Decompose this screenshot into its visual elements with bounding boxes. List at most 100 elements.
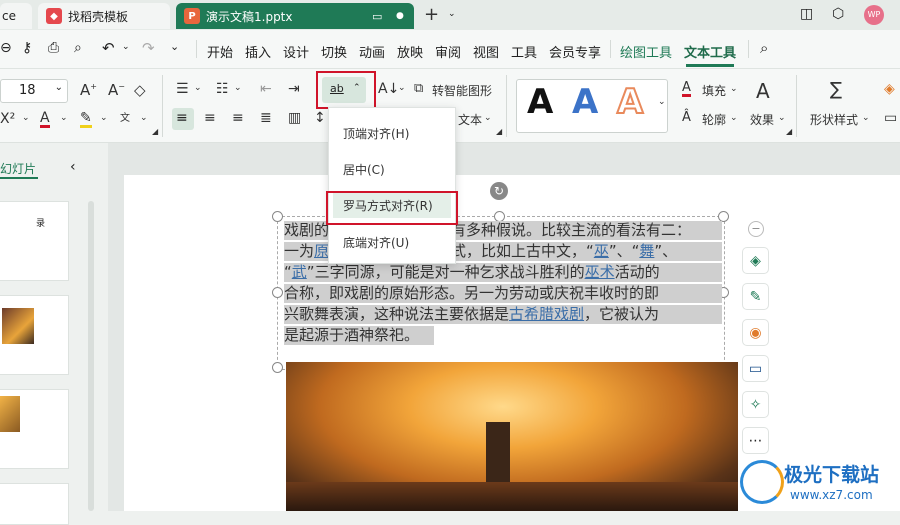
increase-font-icon[interactable]: A+ <box>80 81 97 99</box>
chevron-down-icon[interactable]: ⌄ <box>778 113 786 123</box>
outline-icon[interactable]: Â <box>682 110 691 125</box>
shape-outline-button[interactable]: ▭ <box>742 355 769 382</box>
new-icon[interactable]: ⊖ <box>0 40 12 56</box>
slide-thumbnail-3[interactable] <box>0 389 69 469</box>
shape-fill-icon[interactable]: ◈ <box>884 81 895 97</box>
cube-icon[interactable]: ⬡ <box>832 6 844 22</box>
menu-review[interactable]: 审阅 <box>435 42 461 61</box>
slide-image-autumn-tree[interactable] <box>286 362 738 511</box>
shape-outline-icon[interactable]: ▭ <box>884 110 897 126</box>
eraser-icon[interactable]: ◇ <box>134 81 146 99</box>
decrease-font-icon[interactable]: A− <box>108 81 125 99</box>
chevron-down-icon[interactable]: ⌄ <box>100 113 108 123</box>
chevron-down-icon[interactable]: ⌄ <box>398 83 406 93</box>
text-style-black[interactable]: A <box>527 82 553 122</box>
collapse-panel-icon[interactable]: ‹ <box>70 159 76 175</box>
chevron-down-icon[interactable]: ⌄ <box>194 83 202 93</box>
align-right-icon[interactable]: ≡ <box>232 110 244 126</box>
menu-tools[interactable]: 工具 <box>511 42 537 61</box>
decrease-indent-icon[interactable]: ⇤ <box>260 81 272 97</box>
text-link[interactable]: 巫 <box>594 242 609 260</box>
chevron-down-icon[interactable]: ⌄ <box>140 113 148 123</box>
chevron-down-icon[interactable]: ⌄ <box>730 84 738 94</box>
chevron-down-icon[interactable]: ⌄ <box>122 42 130 52</box>
menu-insert[interactable]: 插入 <box>245 42 271 61</box>
chevron-down-icon[interactable]: ⌄ <box>60 113 68 123</box>
key-icon[interactable]: ⚷ <box>22 40 32 56</box>
smart-shape-icon[interactable]: ⧉ <box>414 81 423 96</box>
avatar[interactable]: WP <box>864 5 884 25</box>
ribbon-expand-icon[interactable]: ◢ <box>152 127 158 136</box>
text-style-blue[interactable]: A <box>572 82 598 122</box>
text-style-gallery[interactable]: A A A <box>516 79 668 133</box>
phonetic-icon[interactable]: 文 <box>120 109 130 124</box>
rotate-handle-icon[interactable]: ↻ <box>490 182 508 200</box>
menu-transition[interactable]: 切换 <box>321 42 347 61</box>
menu-view[interactable]: 视图 <box>473 42 499 61</box>
bullet-list-icon[interactable]: ☰ <box>176 81 189 97</box>
menu-start[interactable]: 开始 <box>207 42 233 61</box>
search-icon[interactable]: ⌕ <box>760 39 768 57</box>
fill-bucket-button[interactable]: ◉ <box>742 319 769 346</box>
text-link[interactable]: 舞 <box>639 242 654 260</box>
numbered-list-icon[interactable]: ☷ <box>216 81 229 97</box>
tab-previous[interactable]: ce <box>0 3 32 29</box>
menu-item-align-top[interactable]: 顶端对齐(H) <box>343 125 409 142</box>
gallery-more-icon[interactable]: ⌄ <box>658 97 666 107</box>
screen-icon[interactable]: ▭ <box>372 10 382 23</box>
slide-thumbnail-2[interactable] <box>0 295 69 375</box>
align-center-icon[interactable]: ≡ <box>204 110 216 126</box>
chevron-down-icon[interactable]: ⌄ <box>862 113 870 123</box>
align-left-button[interactable]: ≡ <box>172 108 194 130</box>
text-link[interactable]: 古希腊戏剧 <box>509 305 584 323</box>
highlight-icon[interactable]: ✎ <box>80 111 92 128</box>
superscript-icon[interactable]: X² <box>0 111 15 127</box>
window-layout-icon[interactable]: ◫ <box>800 6 813 22</box>
slides-panel-title[interactable]: 幻灯片 <box>0 160 36 177</box>
text-link[interactable]: 武 <box>292 263 307 281</box>
text-link[interactable]: 原 <box>314 242 329 260</box>
slide-thumbnail-4[interactable] <box>0 483 69 525</box>
text-direction-icon[interactable]: A↓ <box>378 81 399 97</box>
effect-icon[interactable]: A <box>756 79 770 103</box>
justify-icon[interactable]: ≣ <box>260 110 272 126</box>
menu-text-tools[interactable]: 文本工具 <box>684 42 736 61</box>
panel-scrollbar[interactable] <box>88 201 94 511</box>
resize-handle[interactable] <box>272 362 283 373</box>
menu-animation[interactable]: 动画 <box>359 42 385 61</box>
menu-design[interactable]: 设计 <box>283 42 309 61</box>
outline-button[interactable]: 轮廓 <box>702 111 726 128</box>
more-button[interactable]: ⋯ <box>742 427 769 454</box>
menu-item-align-bottom[interactable]: 底端对齐(U) <box>343 234 409 251</box>
fill-icon[interactable]: A <box>682 81 691 97</box>
chevron-down-icon[interactable]: ⌄ <box>170 40 179 53</box>
text-style-orange[interactable]: A <box>616 81 644 123</box>
ribbon-expand-icon[interactable]: ◢ <box>786 127 792 136</box>
resize-handle[interactable] <box>272 287 283 298</box>
text-link[interactable]: 巫术 <box>585 263 615 281</box>
text-button[interactable]: 文本 <box>458 111 482 128</box>
fill-button[interactable]: 填充 <box>702 82 726 99</box>
pen-button[interactable]: ✎ <box>742 283 769 310</box>
shape-style-icon[interactable]: ∑ <box>830 79 842 100</box>
line-spacing-icon[interactable]: ↕ <box>314 110 326 126</box>
resize-handle[interactable] <box>272 211 283 222</box>
menu-item-align-middle[interactable]: 居中(C) <box>343 161 385 178</box>
menu-slideshow[interactable]: 放映 <box>397 42 423 61</box>
distributed-icon[interactable]: ▥ <box>288 110 301 126</box>
chevron-down-icon[interactable]: ⌄ <box>484 113 492 123</box>
layers-button[interactable]: ◈ <box>742 247 769 274</box>
chevron-down-icon[interactable]: ⌄ <box>234 83 242 93</box>
shape-style-button[interactable]: 形状样式 <box>810 111 858 128</box>
tab-presentation[interactable]: P 演示文稿1.pptx ▭ ● <box>176 3 414 29</box>
print-icon[interactable]: ⎙ <box>48 40 59 56</box>
redo-icon[interactable]: ↷ <box>142 39 155 57</box>
tab-template[interactable]: ◆ 找稻壳模板 <box>38 3 170 29</box>
magic-tools-button[interactable]: ✧ <box>742 391 769 418</box>
font-color-icon[interactable]: A <box>40 111 50 128</box>
chevron-down-icon[interactable]: ⌄ <box>730 113 738 123</box>
smart-shape-button[interactable]: 转智能图形 <box>432 82 492 99</box>
chevron-down-icon[interactable]: ⌄ <box>22 113 30 123</box>
menu-member[interactable]: 会员专享 <box>549 42 601 61</box>
print-preview-icon[interactable]: ⌕ <box>74 40 82 56</box>
